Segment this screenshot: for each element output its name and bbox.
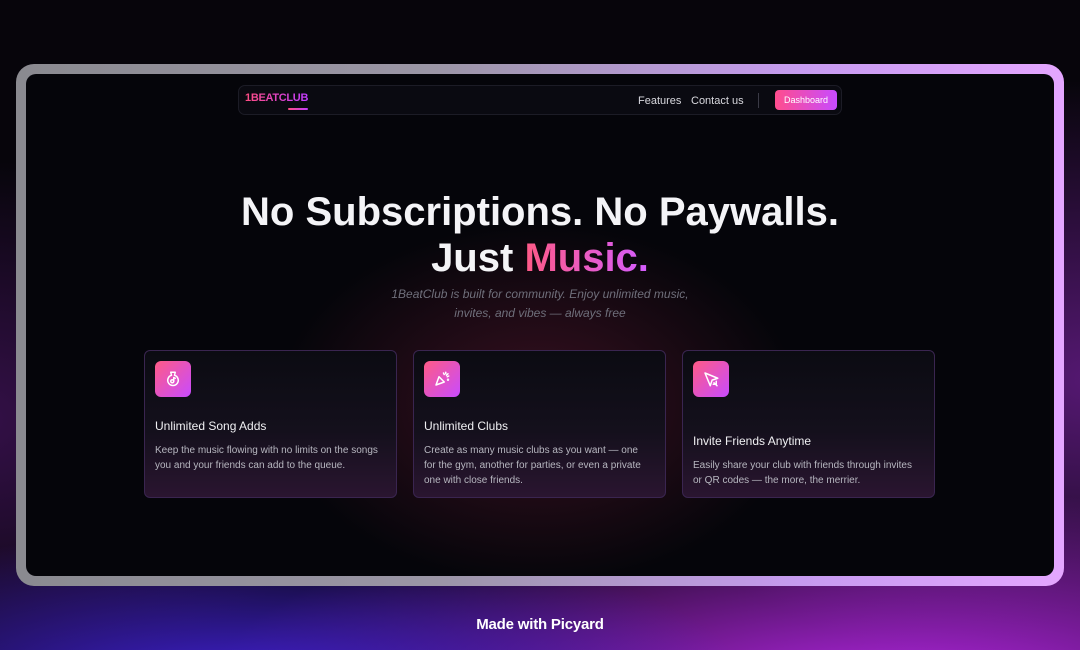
feature-card-clubs: Unlimited Clubs Create as many music clu… [413, 350, 666, 498]
logo-underline [288, 108, 308, 110]
hero-title-line1: No Subscriptions. No Paywalls. [241, 190, 839, 234]
feature-description: Keep the music flowing with no limits on… [155, 445, 378, 471]
hero-title-accent: Music. [524, 236, 649, 280]
hero-subtitle-line2: invites, and vibes — always free [454, 306, 626, 320]
hero-title-line2: Just Music. [26, 235, 1054, 281]
brand-logo[interactable]: 1BEATCLUB [245, 92, 308, 104]
feature-card-song-adds: Unlimited Song Adds Keep the music flowi… [144, 350, 397, 498]
feature-card-invite: Invite Friends Anytime Easily share your… [682, 350, 935, 498]
nav-link-features[interactable]: Features [638, 95, 681, 107]
party-popper-icon [424, 361, 460, 397]
browser-frame: 1BEATCLUB Features Contact us Dashboard … [16, 64, 1064, 586]
navbar: 1BEATCLUB Features Contact us Dashboard [238, 85, 842, 115]
feature-title: Unlimited Clubs [424, 419, 509, 433]
dashboard-button[interactable]: Dashboard [775, 90, 837, 110]
page-screen: 1BEATCLUB Features Contact us Dashboard … [26, 74, 1054, 576]
hero-title-prefix: Just [431, 236, 514, 280]
made-with-picyard-caption: Made with Picyard [476, 616, 604, 633]
cursor-icon [693, 361, 729, 397]
feature-description: Easily share your club with friends thro… [693, 460, 912, 486]
nav-link-contact[interactable]: Contact us [691, 95, 744, 107]
nav-divider [758, 93, 759, 108]
feature-title: Unlimited Song Adds [155, 419, 267, 433]
music-bag-icon [155, 361, 191, 397]
feature-description: Create as many music clubs as you want —… [424, 445, 641, 486]
hero-subtitle-line1: 1BeatClub is built for community. Enjoy … [391, 287, 689, 301]
feature-title: Invite Friends Anytime [693, 434, 812, 448]
